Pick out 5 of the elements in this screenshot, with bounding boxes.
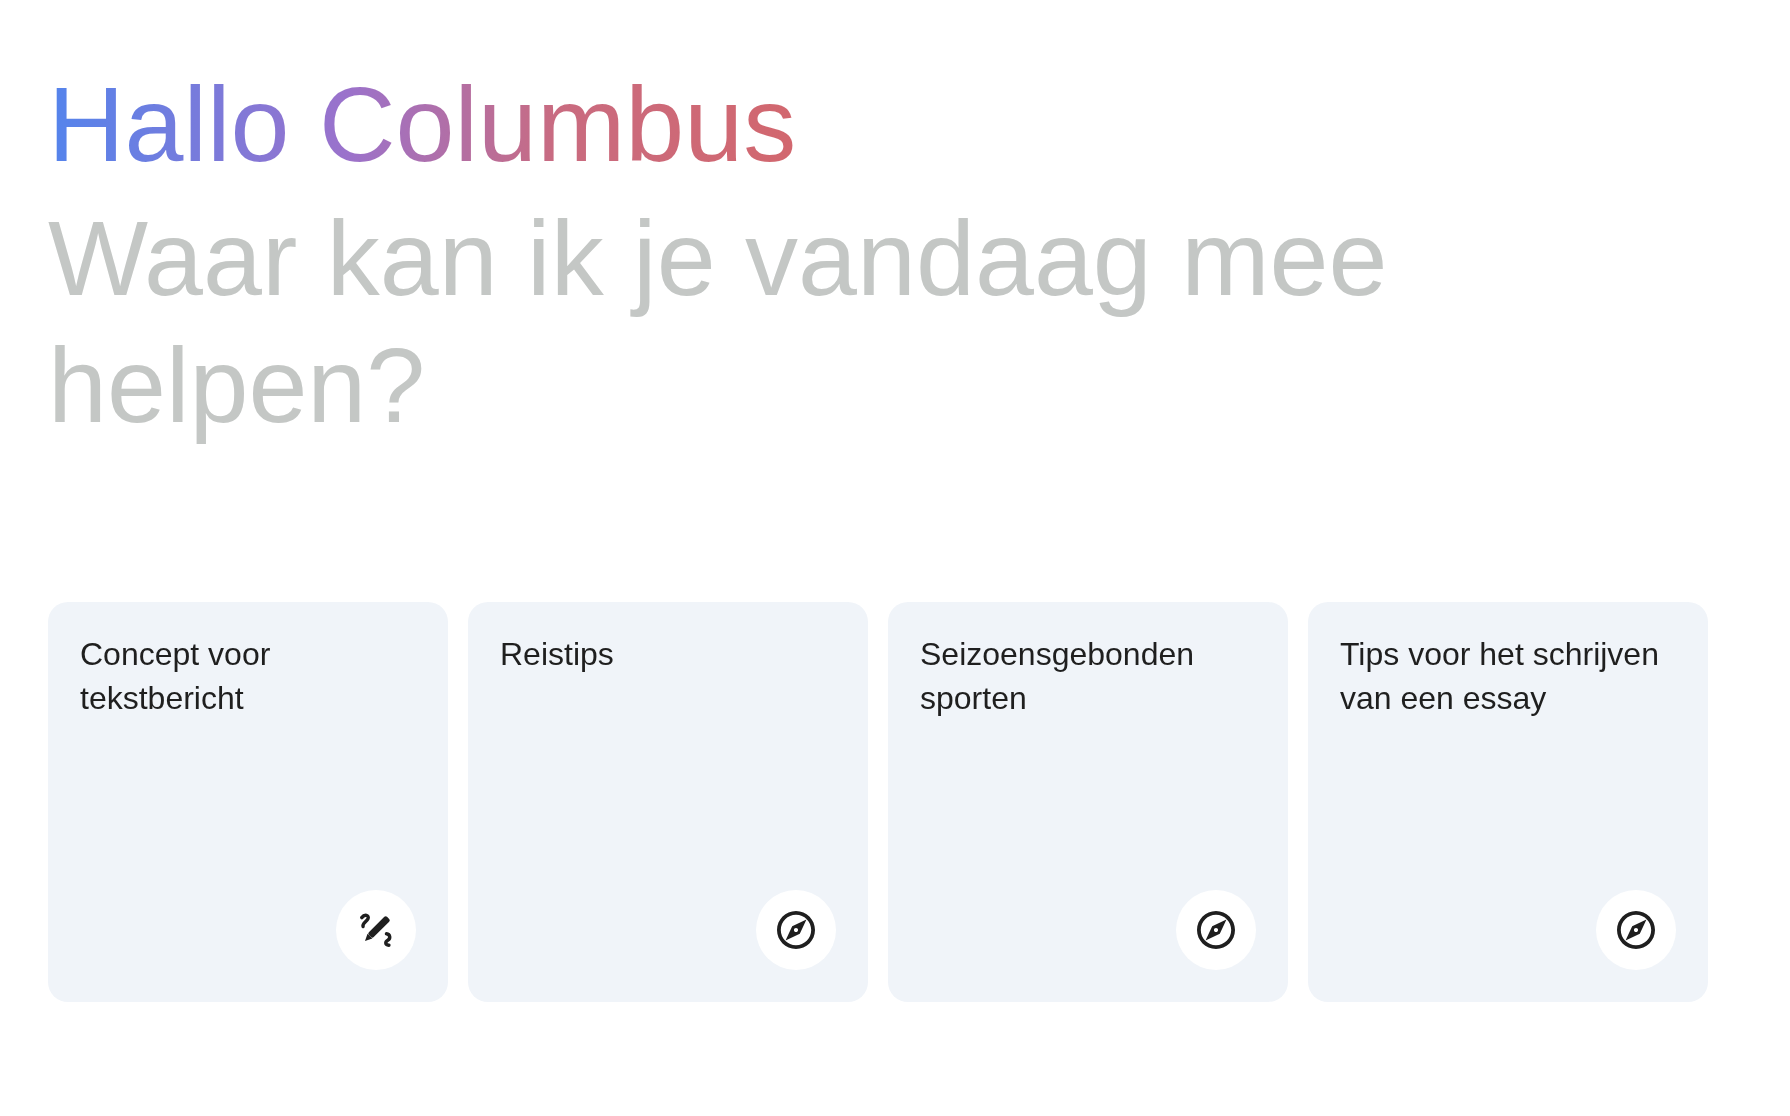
prompt-heading: Waar kan ik je vandaag mee helpen? — [48, 198, 1389, 446]
suggestion-card[interactable]: Concept voor tekstbericht — [48, 602, 448, 1002]
suggestion-card[interactable]: Reistips — [468, 602, 868, 1002]
suggestion-card[interactable]: Tips voor het schrijven van een essay — [1308, 602, 1708, 1002]
suggestion-card[interactable]: Seizoensgebonden sporten — [888, 602, 1288, 1002]
